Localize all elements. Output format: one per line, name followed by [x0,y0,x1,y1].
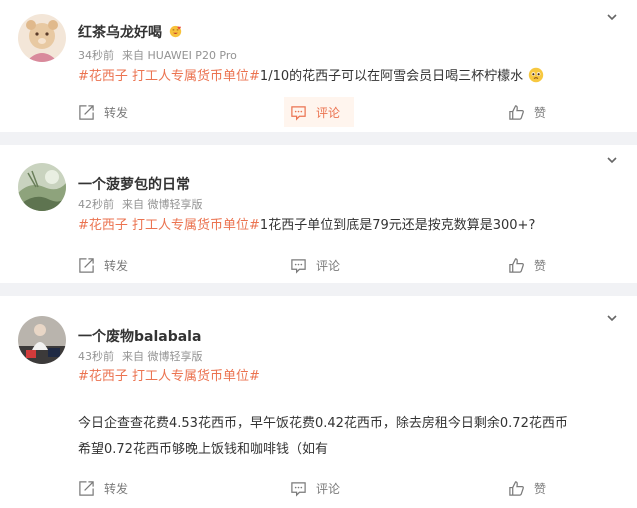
like-label: 赞 [534,258,547,273]
comment-label: 评论 [316,105,341,120]
pleading-face-emoji-icon [529,67,544,83]
post-meta: 34秒前 来自 HUAWEI P20 Pro [78,47,237,63]
post-text: #花西子 打工人专属货币单位#1/10的花西子可以在阿雪会员日喝三杯柠檬水 [78,67,544,86]
chevron-down-icon[interactable] [605,10,619,24]
comment-button[interactable]: 评论 [284,97,354,127]
username[interactable]: 一个菠萝包的日常 [78,174,190,194]
repost-button[interactable]: 转发 [78,473,128,503]
repost-icon [79,257,94,273]
post-text: #花西子 打工人专属货币单位#1花西子单位到底是79元还是按克数算是300+? [78,218,536,233]
thumbs-up-icon [509,257,524,273]
post-meta: 42秒前 来自 微博轻享版 [78,196,203,212]
post-meta: 43秒前 来自 微博轻享版 [78,348,203,364]
repost-icon [79,104,94,120]
post-actions: 转发 评论 赞 [0,97,637,127]
repost-icon [79,480,94,496]
source: 来自 HUAWEI P20 Pro [122,49,237,62]
comment-label: 评论 [316,258,341,273]
source: 来自 微博轻享版 [122,350,203,363]
feed-post: 一个废物balabala 43秒前 来自 微博轻享版 #花西子 打工人专属货币单位… [0,296,637,508]
feed-post: 一个菠萝包的日常 42秒前 来自 微博轻享版 #花西子 打工人专属货币单位#1花西… [0,145,637,283]
post-actions: 转发 评论 赞 [0,250,637,280]
timestamp[interactable]: 34秒前 [78,49,114,62]
source: 来自 微博轻享版 [122,198,203,211]
chevron-down-icon[interactable] [605,153,619,167]
repost-label: 转发 [104,258,129,273]
thumbs-up-icon [509,104,524,120]
comment-label: 评论 [316,481,341,496]
comment-icon [291,258,306,274]
chevron-down-icon[interactable] [605,311,619,325]
timestamp[interactable]: 43秒前 [78,350,114,363]
post-text-line: 今日企查查花费4.53花西币，早午饭花费0.42花西币，除去房租今日剩余0.72… [78,416,568,431]
repost-label: 转发 [104,105,129,120]
smile-heart-emoji-icon [169,25,182,38]
post-tags: #花西子 打工人专属货币单位# [78,368,260,386]
post-actions: 转发 评论 赞 [0,473,637,503]
topic-tag[interactable]: #花西子 打工人专属货币单位# [78,218,260,233]
repost-button[interactable]: 转发 [78,97,128,127]
comment-button[interactable]: 评论 [290,473,340,503]
avatar[interactable] [18,316,66,364]
username[interactable]: 一个废物balabala [78,326,201,346]
timestamp[interactable]: 42秒前 [78,198,114,211]
thumbs-up-icon [509,480,524,496]
like-button[interactable]: 赞 [508,473,546,503]
repost-label: 转发 [104,481,129,496]
like-button[interactable]: 赞 [508,97,546,127]
repost-button[interactable]: 转发 [78,250,128,280]
feed-post: 红茶乌龙好喝 34秒前 来自 HUAWEI P20 Pro #花西子 打工人专属货… [0,0,637,132]
avatar[interactable] [18,14,66,62]
comment-icon [291,481,306,497]
topic-tag[interactable]: #花西子 打工人专属货币单位# [78,369,260,384]
topic-tag[interactable]: #花西子 打工人专属货币单位# [78,69,260,84]
like-label: 赞 [534,481,547,496]
comment-icon [291,105,306,121]
like-label: 赞 [534,105,547,120]
comment-button[interactable]: 评论 [290,250,340,280]
username[interactable]: 红茶乌龙好喝 [78,22,182,42]
avatar[interactable] [18,163,66,211]
like-button[interactable]: 赞 [508,250,546,280]
post-text-line: 希望0.72花西币够晚上饭钱和咖啡钱（如有 [78,442,328,457]
